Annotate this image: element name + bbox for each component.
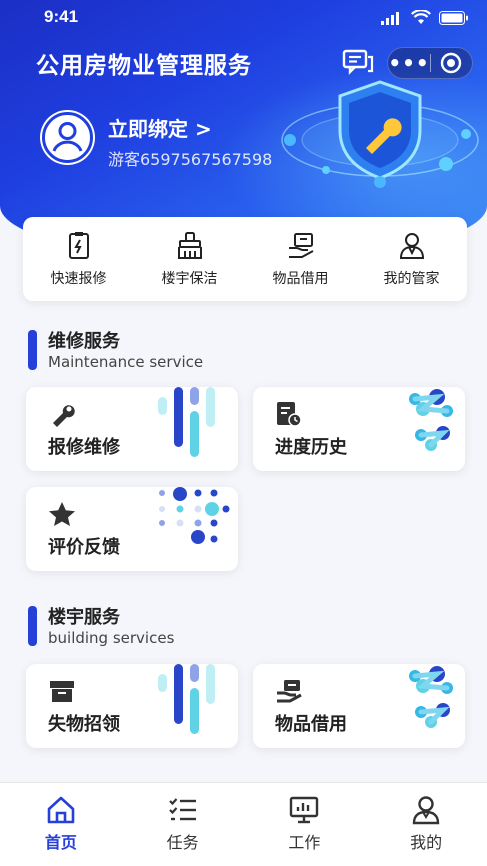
status-time: 9:41 <box>44 7 79 26</box>
bars-decoration <box>158 664 215 734</box>
card-feedback[interactable]: 评价反馈 <box>26 487 238 571</box>
card-lost-found[interactable]: 失物招领 <box>26 664 238 748</box>
more-button[interactable]: ••• <box>388 49 430 77</box>
item-borrow-icon <box>288 233 313 258</box>
star-icon <box>49 502 75 526</box>
card-label: 评价反馈 <box>48 537 120 558</box>
section-accent-bar <box>28 330 37 370</box>
card-label: 失物招领 <box>48 714 120 735</box>
tab-label: 首页 <box>44 833 77 852</box>
tab-tasks[interactable]: 任务 <box>122 783 244 866</box>
profile-icon <box>412 796 440 825</box>
lost-found-box-icon <box>50 681 74 702</box>
wrench-icon <box>53 405 75 427</box>
battery-icon <box>439 10 468 25</box>
quick-action-label: 楼宇保洁 <box>161 271 218 287</box>
avatar[interactable] <box>40 110 95 165</box>
dots-decoration <box>159 487 230 544</box>
quick-action-label: 物品借用 <box>272 271 329 287</box>
tab-label: 我的 <box>410 833 443 852</box>
bars-decoration <box>158 387 215 457</box>
card-label: 进度历史 <box>275 437 347 458</box>
card-progress[interactable]: 进度历史 <box>253 387 465 471</box>
work-monitor-icon <box>290 796 319 824</box>
tab-mine[interactable]: 我的 <box>365 783 487 866</box>
bottom-tab-bar: 首页 任务 工作 我的 <box>0 782 487 866</box>
card-label: 物品借用 <box>275 714 347 735</box>
quick-action-butler[interactable]: 我的管家 <box>356 217 467 301</box>
quick-action-repair[interactable]: 快速报修 <box>23 217 134 301</box>
tab-label: 任务 <box>166 833 199 852</box>
tab-label: 工作 <box>288 833 321 852</box>
close-button[interactable] <box>431 52 472 74</box>
quick-actions-card: 快速报修 楼宇保洁 物品借用 我的管家 <box>23 217 467 301</box>
butler-icon <box>399 233 424 259</box>
quick-action-label: 我的管家 <box>383 271 440 287</box>
section-subtitle: building services <box>48 629 175 647</box>
quick-action-borrow[interactable]: 物品借用 <box>245 217 356 301</box>
mini-program-capsule: ••• <box>387 47 473 79</box>
home-icon <box>47 796 75 824</box>
repair-report-icon <box>68 232 89 259</box>
guest-id: 游客6597567567598 <box>108 150 273 169</box>
wifi-icon <box>411 10 431 24</box>
cleaning-broom-icon <box>177 232 202 259</box>
section-title: 维修服务 <box>48 331 120 352</box>
status-bar: 9:41 <box>0 0 487 36</box>
section-subtitle: Maintenance service <box>48 353 204 371</box>
page-title: 公用房物业管理服务 <box>36 53 252 79</box>
section-accent-bar <box>28 606 37 646</box>
target-close-icon <box>441 52 462 74</box>
bind-account-link[interactable]: 立即绑定 > <box>108 113 212 142</box>
security-shield-illustration <box>281 80 479 188</box>
quick-action-cleaning[interactable]: 楼宇保洁 <box>134 217 245 301</box>
progress-history-icon <box>277 402 302 427</box>
tab-home[interactable]: 首页 <box>0 783 122 866</box>
molecule-decoration <box>409 389 453 451</box>
borrow-hand-icon <box>277 680 302 703</box>
user-avatar-icon <box>42 112 93 163</box>
message-icon[interactable] <box>342 49 374 77</box>
task-list-icon <box>168 798 196 821</box>
section-title: 楼宇服务 <box>48 607 120 628</box>
card-repair[interactable]: 报修维修 <box>26 387 238 471</box>
molecule-decoration <box>409 666 453 728</box>
signal-icon <box>381 11 399 25</box>
card-borrow[interactable]: 物品借用 <box>253 664 465 748</box>
quick-action-label: 快速报修 <box>50 271 107 287</box>
card-label: 报修维修 <box>48 437 120 458</box>
tab-work[interactable]: 工作 <box>244 783 366 866</box>
